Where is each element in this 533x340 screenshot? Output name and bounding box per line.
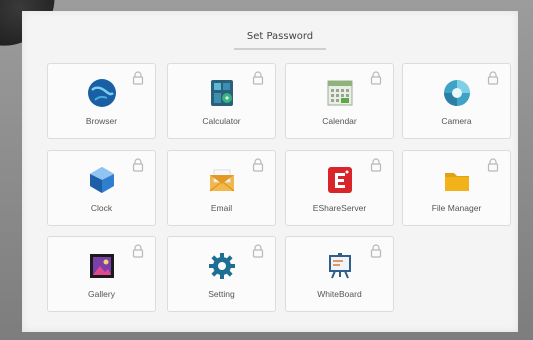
eshare-icon: [327, 167, 352, 193]
app-tile-camera[interactable]: Camera: [402, 63, 511, 139]
app-label: Camera: [441, 116, 472, 126]
app-tile-calendar[interactable]: Calendar: [285, 63, 394, 139]
lock-icon[interactable]: [370, 244, 382, 258]
lock-icon[interactable]: [132, 71, 144, 85]
clock-icon: [89, 167, 114, 193]
app-tile-eshareserver[interactable]: EShareServer: [285, 150, 394, 226]
lock-icon[interactable]: [252, 158, 264, 172]
folder-icon: [444, 173, 469, 191]
app-label: Calendar: [322, 116, 357, 126]
lock-icon[interactable]: [487, 158, 499, 172]
app-label: EShareServer: [312, 203, 367, 213]
app-tile-calculator[interactable]: Calculator: [167, 63, 276, 139]
gallery-icon: [89, 254, 114, 278]
lock-icon[interactable]: [487, 71, 499, 85]
lock-icon[interactable]: [252, 244, 264, 258]
app-tile-gallery[interactable]: Gallery: [47, 236, 156, 312]
email-icon: [209, 169, 234, 192]
lock-icon[interactable]: [132, 158, 144, 172]
app-tile-file-manager[interactable]: File Manager: [402, 150, 511, 226]
lock-icon[interactable]: [370, 71, 382, 85]
tab-underline: [234, 48, 326, 50]
lock-icon[interactable]: [132, 244, 144, 258]
calculator-icon: [210, 80, 233, 106]
page-title: Set Password: [246, 30, 314, 42]
app-label: WhiteBoard: [317, 289, 362, 299]
app-tile-whiteboard[interactable]: WhiteBoard: [285, 236, 394, 312]
app-label: Clock: [90, 203, 113, 213]
whiteboard-icon: [328, 253, 351, 279]
calendar-icon: [327, 80, 352, 106]
tab-set-password[interactable]: Set Password: [230, 20, 330, 52]
app-label: Browser: [85, 116, 118, 126]
app-label: Calculator: [202, 116, 241, 126]
lock-icon[interactable]: [370, 158, 382, 172]
app-label: File Manager: [431, 203, 482, 213]
browser-icon: [87, 79, 116, 107]
app-label: Email: [210, 203, 233, 213]
camera-icon: [443, 80, 470, 106]
gear-icon: [208, 253, 235, 279]
app-tile-browser[interactable]: Browser: [47, 63, 156, 139]
app-tile-email[interactable]: Email: [167, 150, 276, 226]
app-label: Gallery: [88, 289, 115, 299]
app-label: Setting: [208, 289, 235, 299]
lock-icon[interactable]: [252, 71, 264, 85]
app-tile-clock[interactable]: Clock: [47, 150, 156, 226]
app-tile-setting[interactable]: Setting: [167, 236, 276, 312]
